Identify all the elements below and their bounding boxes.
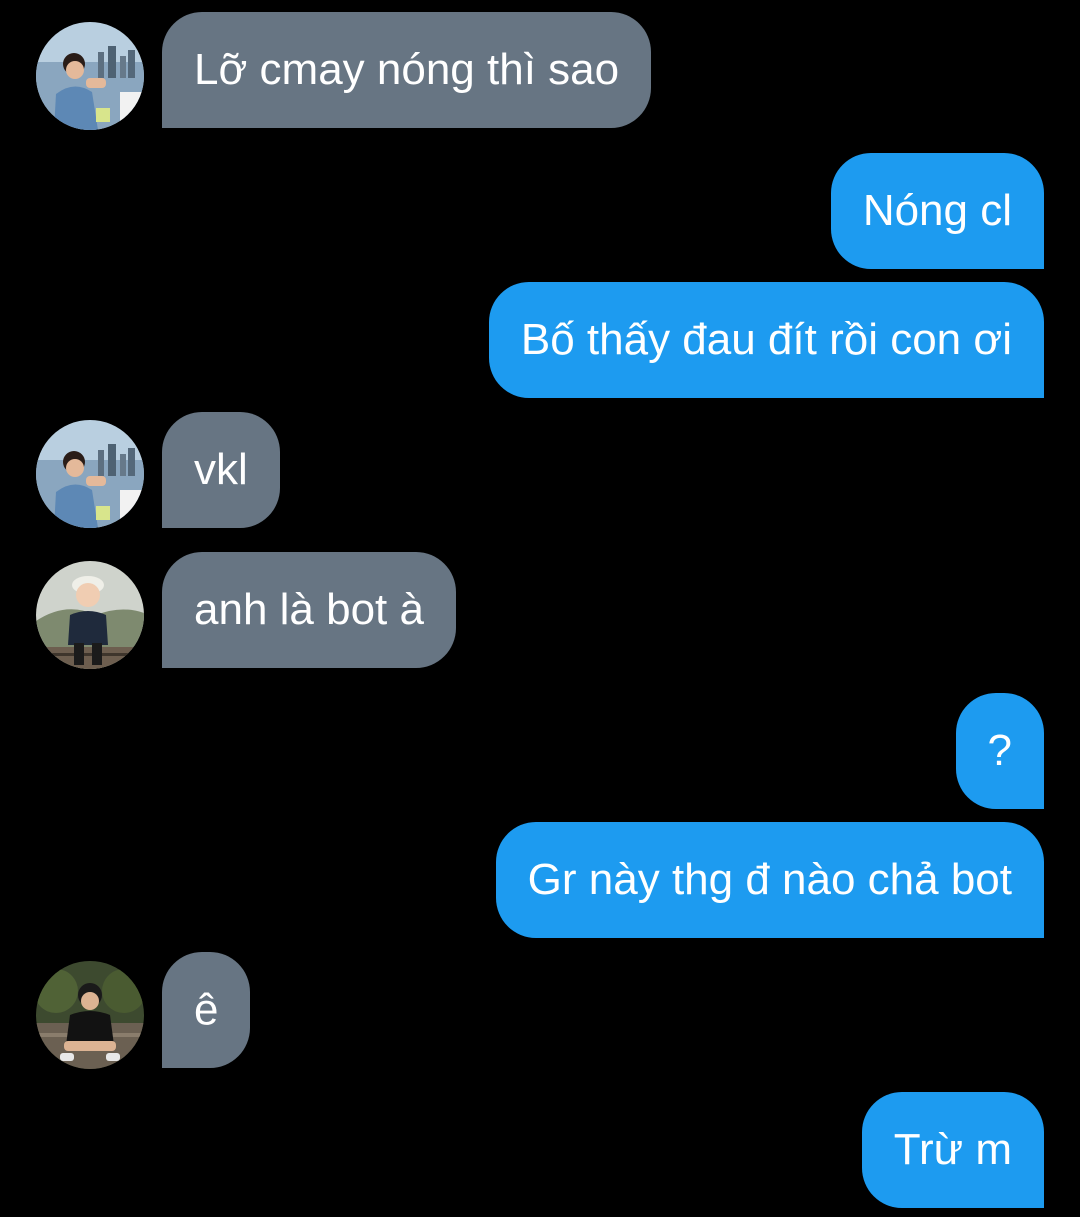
incoming-message-bubble[interactable]: ê	[162, 952, 251, 1068]
outgoing-message-bubble[interactable]: Bố thấy đau đít rồi con ơi	[488, 282, 1044, 398]
outgoing-message-bubble[interactable]: Trừ m	[861, 1092, 1044, 1208]
outgoing-message-bubble[interactable]: Gr này thg đ nào chả bot	[495, 822, 1044, 938]
avatar-city-guy[interactable]	[36, 420, 144, 528]
incoming-message-bubble[interactable]: Lỡ cmay nóng thì sao	[162, 12, 652, 128]
incoming-message-bubble[interactable]: anh là bot à	[162, 552, 456, 668]
avatar-city-guy[interactable]	[36, 22, 144, 130]
incoming-message-bubble[interactable]: vkl	[162, 412, 280, 528]
avatar-sitting-guy[interactable]	[36, 961, 144, 1069]
avatar-child-cap[interactable]	[36, 561, 144, 669]
outgoing-message-bubble[interactable]: ?	[955, 693, 1044, 809]
outgoing-message-bubble[interactable]: Nóng cl	[830, 153, 1044, 269]
